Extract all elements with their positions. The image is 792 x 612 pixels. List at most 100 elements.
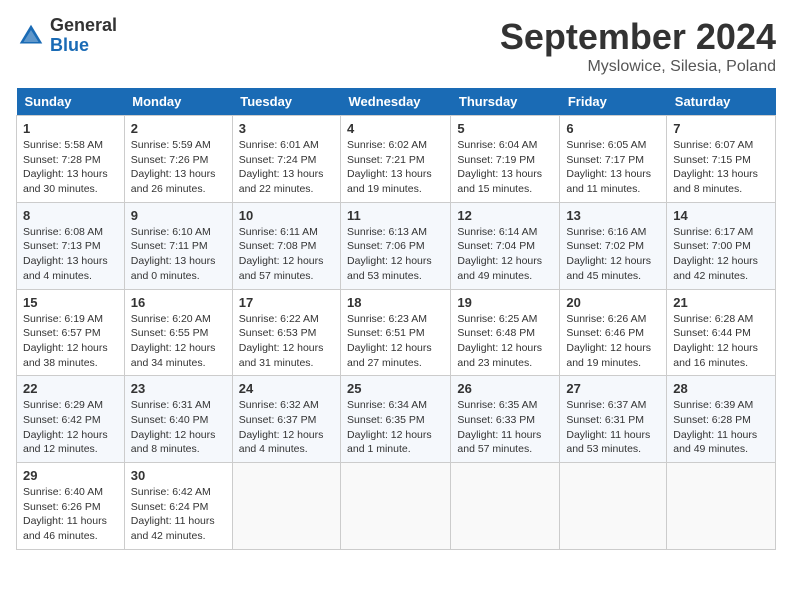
day-info: Sunrise: 6:02 AMSunset: 7:21 PMDaylight:… <box>347 138 444 197</box>
header-row: Sunday Monday Tuesday Wednesday Thursday… <box>17 88 776 116</box>
day-info: Sunrise: 6:07 AMSunset: 7:15 PMDaylight:… <box>673 138 769 197</box>
day-number: 24 <box>239 381 334 396</box>
calendar-table: Sunday Monday Tuesday Wednesday Thursday… <box>16 88 776 550</box>
calendar-cell: 17 Sunrise: 6:22 AMSunset: 6:53 PMDayligh… <box>232 289 340 376</box>
day-number: 11 <box>347 208 444 223</box>
calendar-cell: 30 Sunrise: 6:42 AMSunset: 6:24 PMDayligh… <box>124 463 232 550</box>
day-info: Sunrise: 6:39 AMSunset: 6:28 PMDaylight:… <box>673 398 769 457</box>
col-wednesday: Wednesday <box>341 88 451 116</box>
col-monday: Monday <box>124 88 232 116</box>
col-tuesday: Tuesday <box>232 88 340 116</box>
calendar-cell: 18 Sunrise: 6:23 AMSunset: 6:51 PMDayligh… <box>341 289 451 376</box>
logo-text: General Blue <box>50 16 117 56</box>
day-number: 17 <box>239 295 334 310</box>
day-info: Sunrise: 6:26 AMSunset: 6:46 PMDaylight:… <box>566 312 660 371</box>
col-friday: Friday <box>560 88 667 116</box>
calendar-cell: 12 Sunrise: 6:14 AMSunset: 7:04 PMDayligh… <box>451 202 560 289</box>
day-info: Sunrise: 6:17 AMSunset: 7:00 PMDaylight:… <box>673 225 769 284</box>
day-number: 15 <box>23 295 118 310</box>
day-info: Sunrise: 6:31 AMSunset: 6:40 PMDaylight:… <box>131 398 226 457</box>
day-info: Sunrise: 6:28 AMSunset: 6:44 PMDaylight:… <box>673 312 769 371</box>
calendar-cell: 21 Sunrise: 6:28 AMSunset: 6:44 PMDayligh… <box>667 289 776 376</box>
col-sunday: Sunday <box>17 88 125 116</box>
day-number: 4 <box>347 121 444 136</box>
day-info: Sunrise: 6:16 AMSunset: 7:02 PMDaylight:… <box>566 225 660 284</box>
day-info: Sunrise: 6:42 AMSunset: 6:24 PMDaylight:… <box>131 485 226 544</box>
calendar-cell: 9Sunrise: 6:10 AMSunset: 7:11 PMDaylight… <box>124 202 232 289</box>
location: Myslowice, Silesia, Poland <box>500 58 776 76</box>
calendar-cell: 25Sunrise: 6:34 AMSunset: 6:35 PMDayligh… <box>341 376 451 463</box>
col-thursday: Thursday <box>451 88 560 116</box>
day-info: Sunrise: 6:11 AMSunset: 7:08 PMDaylight:… <box>239 225 334 284</box>
calendar-cell: 2Sunrise: 5:59 AMSunset: 7:26 PMDaylight… <box>124 116 232 203</box>
day-number: 18 <box>347 295 444 310</box>
day-number: 5 <box>457 121 553 136</box>
day-info: Sunrise: 6:19 AMSunset: 6:57 PMDaylight:… <box>23 312 118 371</box>
day-info: Sunrise: 6:08 AMSunset: 7:13 PMDaylight:… <box>23 225 118 284</box>
calendar-cell: 5 Sunrise: 6:04 AMSunset: 7:19 PMDaylight… <box>451 116 560 203</box>
day-info: Sunrise: 6:13 AMSunset: 7:06 PMDaylight:… <box>347 225 444 284</box>
day-number: 16 <box>131 295 226 310</box>
day-number: 26 <box>457 381 553 396</box>
day-number: 21 <box>673 295 769 310</box>
calendar-cell: 4 Sunrise: 6:02 AMSunset: 7:21 PMDaylight… <box>341 116 451 203</box>
calendar-cell: 26 Sunrise: 6:35 AMSunset: 6:33 PMDayligh… <box>451 376 560 463</box>
day-info: Sunrise: 5:58 AMSunset: 7:28 PMDaylight:… <box>23 138 118 197</box>
day-number: 1 <box>23 121 118 136</box>
calendar-cell: 11 Sunrise: 6:13 AMSunset: 7:06 PMDayligh… <box>341 202 451 289</box>
day-info: Sunrise: 6:40 AMSunset: 6:26 PMDaylight:… <box>23 485 118 544</box>
week-row-5: 29 Sunrise: 6:40 AMSunset: 6:26 PMDayligh… <box>17 463 776 550</box>
week-row-3: 15 Sunrise: 6:19 AMSunset: 6:57 PMDayligh… <box>17 289 776 376</box>
calendar-cell <box>560 463 667 550</box>
calendar-cell: 6Sunrise: 6:05 AMSunset: 7:17 PMDaylight… <box>560 116 667 203</box>
day-number: 14 <box>673 208 769 223</box>
calendar-cell <box>341 463 451 550</box>
calendar-cell: 15 Sunrise: 6:19 AMSunset: 6:57 PMDayligh… <box>17 289 125 376</box>
day-info: Sunrise: 6:22 AMSunset: 6:53 PMDaylight:… <box>239 312 334 371</box>
day-info: Sunrise: 6:20 AMSunset: 6:55 PMDaylight:… <box>131 312 226 371</box>
day-info: Sunrise: 6:25 AMSunset: 6:48 PMDaylight:… <box>457 312 553 371</box>
calendar-cell: 28Sunrise: 6:39 AMSunset: 6:28 PMDayligh… <box>667 376 776 463</box>
title-block: September 2024 Myslowice, Silesia, Polan… <box>500 16 776 76</box>
calendar-cell: 29 Sunrise: 6:40 AMSunset: 6:26 PMDayligh… <box>17 463 125 550</box>
day-number: 13 <box>566 208 660 223</box>
day-info: Sunrise: 6:04 AMSunset: 7:19 PMDaylight:… <box>457 138 553 197</box>
calendar-cell: 8 Sunrise: 6:08 AMSunset: 7:13 PMDaylight… <box>17 202 125 289</box>
calendar-cell: 10 Sunrise: 6:11 AMSunset: 7:08 PMDayligh… <box>232 202 340 289</box>
week-row-4: 22 Sunrise: 6:29 AMSunset: 6:42 PMDayligh… <box>17 376 776 463</box>
day-number: 12 <box>457 208 553 223</box>
day-number: 8 <box>23 208 118 223</box>
logo-icon <box>16 21 46 51</box>
page-header: General Blue September 2024 Myslowice, S… <box>16 16 776 76</box>
day-number: 29 <box>23 468 118 483</box>
calendar-cell: 1 Sunrise: 5:58 AMSunset: 7:28 PMDaylight… <box>17 116 125 203</box>
calendar-cell: 19 Sunrise: 6:25 AMSunset: 6:48 PMDayligh… <box>451 289 560 376</box>
month-title: September 2024 <box>500 16 776 58</box>
day-info: Sunrise: 6:14 AMSunset: 7:04 PMDaylight:… <box>457 225 553 284</box>
day-info: Sunrise: 6:29 AMSunset: 6:42 PMDaylight:… <box>23 398 118 457</box>
week-row-2: 8 Sunrise: 6:08 AMSunset: 7:13 PMDaylight… <box>17 202 776 289</box>
week-row-1: 1 Sunrise: 5:58 AMSunset: 7:28 PMDaylight… <box>17 116 776 203</box>
day-number: 3 <box>239 121 334 136</box>
day-info: Sunrise: 6:34 AMSunset: 6:35 PMDaylight:… <box>347 398 444 457</box>
calendar-cell: 20 Sunrise: 6:26 AMSunset: 6:46 PMDayligh… <box>560 289 667 376</box>
day-number: 22 <box>23 381 118 396</box>
calendar-cell: 14 Sunrise: 6:17 AMSunset: 7:00 PMDayligh… <box>667 202 776 289</box>
day-number: 30 <box>131 468 226 483</box>
calendar-cell <box>232 463 340 550</box>
day-info: Sunrise: 6:01 AMSunset: 7:24 PMDaylight:… <box>239 138 334 197</box>
day-info: Sunrise: 6:05 AMSunset: 7:17 PMDaylight:… <box>566 138 660 197</box>
day-number: 19 <box>457 295 553 310</box>
day-number: 7 <box>673 121 769 136</box>
day-number: 9 <box>131 208 226 223</box>
day-number: 20 <box>566 295 660 310</box>
day-number: 27 <box>566 381 660 396</box>
logo-general: General <box>50 16 117 36</box>
day-number: 23 <box>131 381 226 396</box>
day-info: Sunrise: 5:59 AMSunset: 7:26 PMDaylight:… <box>131 138 226 197</box>
day-info: Sunrise: 6:23 AMSunset: 6:51 PMDaylight:… <box>347 312 444 371</box>
day-number: 10 <box>239 208 334 223</box>
calendar-cell: 16 Sunrise: 6:20 AMSunset: 6:55 PMDayligh… <box>124 289 232 376</box>
day-info: Sunrise: 6:35 AMSunset: 6:33 PMDaylight:… <box>457 398 553 457</box>
calendar-cell: 27Sunrise: 6:37 AMSunset: 6:31 PMDayligh… <box>560 376 667 463</box>
